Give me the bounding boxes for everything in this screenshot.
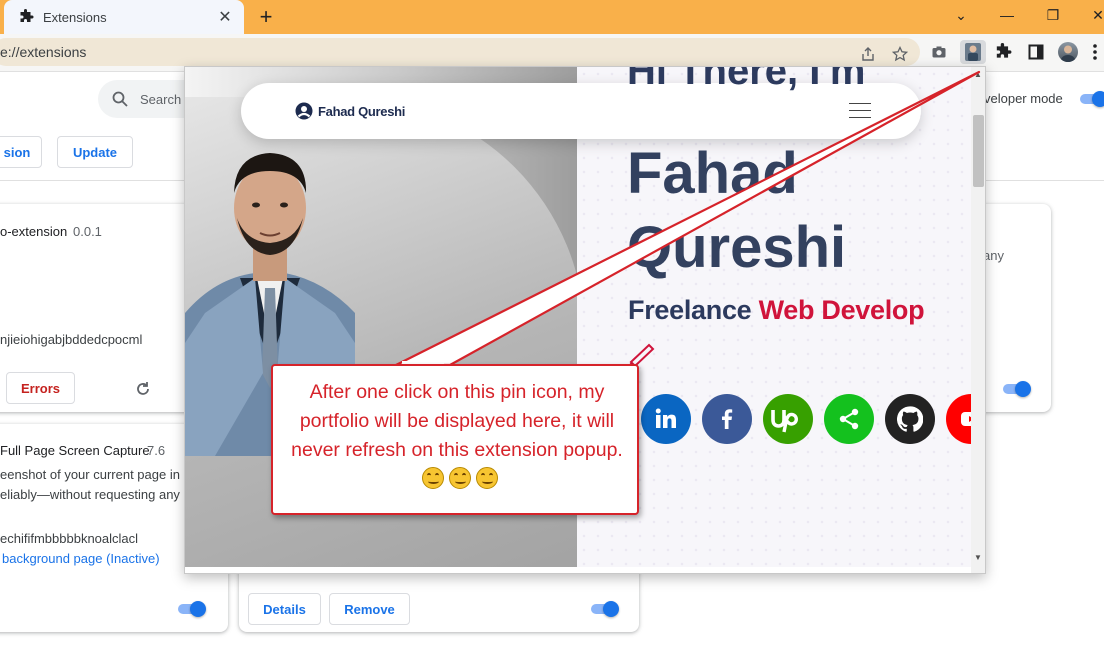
role-part-2: Web Develop — [758, 295, 925, 325]
more-menu-icon[interactable] — [1088, 41, 1102, 63]
extension-id: echififmbbbbbknoalclacl — [0, 531, 139, 546]
tab-close-icon[interactable]: ✕ — [216, 7, 234, 27]
extension-description: eliably—without requesting any ex — [0, 487, 198, 502]
minimize-button[interactable]: — — [995, 4, 1019, 26]
hero-role: Freelance Web Develop — [628, 295, 925, 326]
role-part-1: Freelance — [628, 295, 752, 325]
tab-title: Extensions — [43, 9, 107, 25]
pinned-portfolio-extension-icon[interactable] — [960, 40, 986, 64]
restore-button[interactable]: ❐ — [1041, 4, 1065, 26]
scrollbar-thumb[interactable] — [973, 115, 984, 187]
hero-first-name: Fahad — [627, 141, 798, 206]
profile-avatar[interactable] — [1058, 42, 1078, 62]
smiley-emoji-icon — [421, 467, 444, 489]
user-circle-icon — [295, 102, 313, 120]
hero-last-name: Qureshi — [627, 215, 847, 280]
extension-id: njieiohigabjbddedcpocml — [0, 332, 143, 347]
inspect-views-link[interactable]: background page (Inactive) — [2, 551, 160, 566]
hero-greeting: Hi There, I'm — [627, 66, 866, 93]
close-window-button[interactable]: ✕ — [1086, 4, 1104, 26]
tab-extensions[interactable]: Extensions ✕ — [4, 0, 244, 34]
extension-version: 7.6 — [147, 443, 166, 458]
update-button[interactable]: Update — [57, 136, 133, 168]
address-bar[interactable]: e://extensions — [0, 38, 920, 66]
portfolio-brand[interactable]: Fahad Qureshi — [295, 102, 405, 120]
tab-search-icon[interactable]: ⌄ — [949, 4, 973, 26]
extension-description: eenshot of your current page in — [0, 467, 180, 482]
smiley-emoji-icon — [448, 467, 471, 489]
puzzle-icon — [20, 9, 34, 22]
camera-icon[interactable] — [928, 41, 950, 63]
new-tab-button[interactable]: + — [256, 4, 276, 30]
tab-strip: Extensions ✕ + ⌄ — ❐ ✕ — [0, 0, 1104, 34]
details-button[interactable]: Details — [248, 593, 321, 625]
brand-name: Fahad Qureshi — [318, 103, 406, 119]
developer-mode-label: veloper mode — [984, 91, 1063, 106]
social-links — [641, 394, 985, 446]
extension-name: o-extension — [0, 224, 68, 239]
extensions-puzzle-icon[interactable] — [992, 41, 1014, 63]
bookmark-star-icon[interactable] — [892, 46, 908, 62]
url-text: e://extensions — [0, 44, 87, 60]
extension-name: Full Page Screen Capture — [0, 443, 150, 458]
extension-version: 0.0.1 — [73, 224, 102, 239]
scroll-up-arrow-icon[interactable]: ▲ — [974, 70, 982, 79]
linkedin-icon[interactable] — [641, 394, 691, 444]
errors-button[interactable]: Errors — [6, 372, 75, 404]
hamburger-menu-icon[interactable] — [849, 103, 871, 119]
extension-description: any — [983, 248, 1004, 263]
annotation-callout: After one click on this pin icon, my por… — [271, 364, 639, 515]
annotation-text: After one click on this pin icon, my por… — [279, 378, 635, 494]
search-placeholder: Search — [140, 91, 182, 107]
upwork-icon[interactable] — [763, 394, 813, 444]
developer-mode-toggle[interactable] — [1078, 91, 1104, 107]
share-icon[interactable] — [824, 394, 874, 444]
smiley-emoji-icon — [475, 467, 498, 489]
search-icon — [112, 91, 128, 107]
share-icon[interactable] — [860, 46, 876, 62]
facebook-icon[interactable] — [702, 394, 752, 444]
scroll-down-arrow-icon[interactable]: ▼ — [974, 553, 982, 562]
reload-icon[interactable] — [135, 381, 151, 397]
popup-bottom-strip — [185, 567, 971, 573]
side-panel-icon[interactable] — [1025, 41, 1047, 63]
annotation-text-content: After one click on this pin icon, my por… — [291, 381, 623, 461]
remove-button[interactable]: Remove — [329, 593, 410, 625]
extension-enable-toggle[interactable] — [176, 601, 206, 617]
load-unpacked-button[interactable]: sion — [0, 136, 42, 168]
github-icon[interactable] — [885, 394, 935, 444]
extension-enable-toggle[interactable] — [589, 601, 619, 617]
pencil-icon — [629, 343, 655, 366]
popup-scrollbar[interactable]: ▲ ▼ — [971, 67, 985, 573]
extension-enable-toggle[interactable] — [1001, 381, 1031, 397]
